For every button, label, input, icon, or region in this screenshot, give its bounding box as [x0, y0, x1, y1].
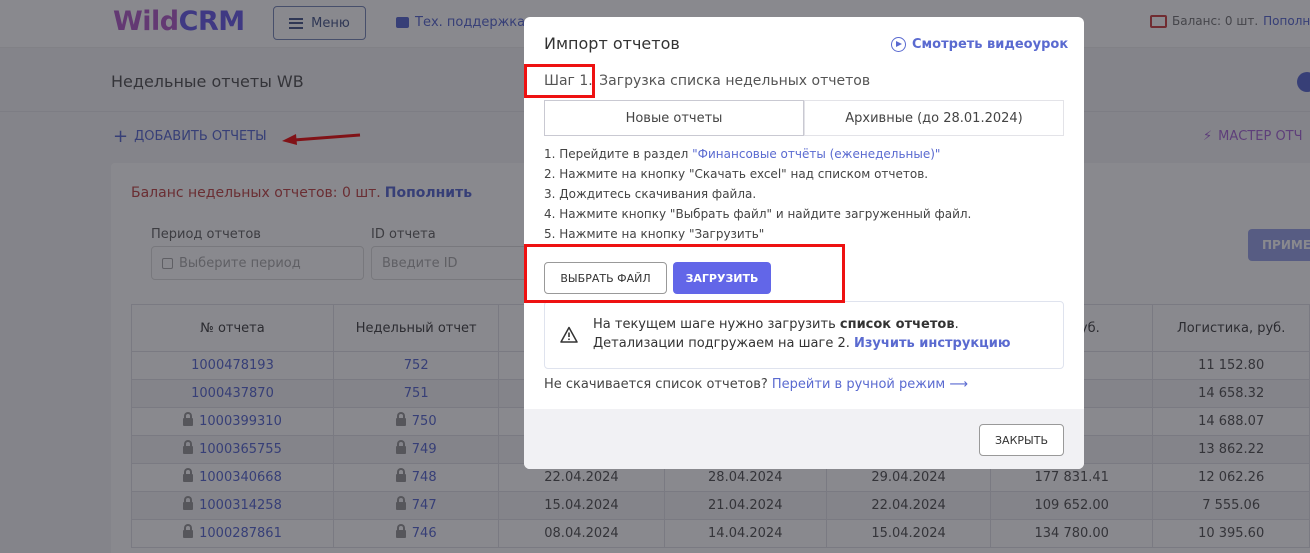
instruction-4: 4. Нажмите кнопку "Выбрать файл" и найди… — [544, 207, 972, 221]
financial-reports-link[interactable]: "Финансовые отчёты (еженедельные)" — [692, 147, 940, 161]
info-line-2: Детализации подгружаем на шаге 2. Изучит… — [593, 336, 1011, 351]
manual-mode-row: Не скачивается список отчетов? Перейти в… — [544, 377, 968, 392]
manual-mode-link[interactable]: Перейти в ручной режим ⟶ — [772, 377, 968, 392]
instructions-list: 1. Перейдите в раздел "Финансовые отчёты… — [544, 144, 971, 244]
instruction-5: 5. Нажмите на кнопку "Загрузить" — [544, 227, 765, 241]
import-reports-modal: Импорт отчетов Смотреть видеоурок Шаг 1.… — [524, 17, 1084, 469]
instruction-2: 2. Нажмите на кнопку "Скачать excel" над… — [544, 167, 929, 181]
instruction-3: 3. Дождитесь скачивания файла. — [544, 187, 757, 201]
modal-title: Импорт отчетов — [544, 34, 680, 53]
instruction-link[interactable]: Изучить инструкцию — [854, 336, 1011, 351]
close-button[interactable]: ЗАКРЫТЬ — [979, 424, 1064, 456]
video-tutorial-link[interactable]: Смотреть видеоурок — [891, 37, 1068, 52]
report-type-tabs: Новые отчеты Архивные (до 28.01.2024) — [544, 100, 1064, 136]
info-box: На текущем шаге нужно загрузить список о… — [544, 301, 1064, 369]
annotation-box-buttons — [524, 244, 845, 303]
play-icon — [891, 37, 906, 52]
instruction-1: 1. Перейдите в раздел "Финансовые отчёты… — [544, 147, 941, 161]
info-line-1: На текущем шаге нужно загрузить список о… — [593, 317, 959, 332]
tab-new-reports[interactable]: Новые отчеты — [544, 100, 804, 136]
warning-icon — [560, 326, 578, 343]
tab-archive-reports[interactable]: Архивные (до 28.01.2024) — [804, 100, 1064, 136]
annotation-box-step — [524, 64, 595, 98]
